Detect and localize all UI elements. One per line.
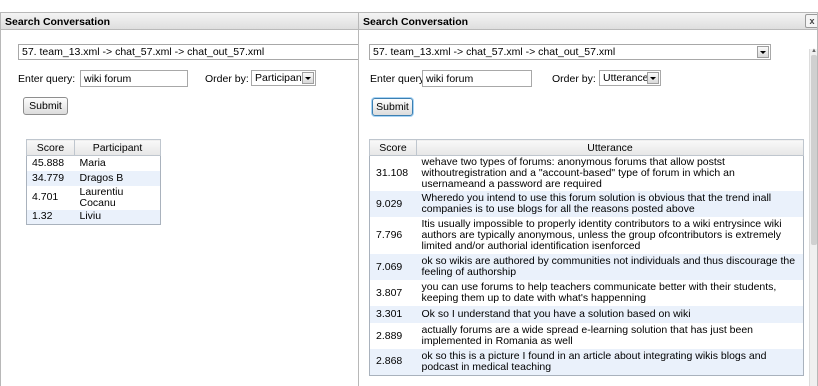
left-submit-button[interactable]: Submit	[23, 97, 68, 115]
table-row[interactable]: 34.779 Dragos B	[26, 170, 161, 186]
table-row[interactable]: 3.301 Ok so I understand that you have a…	[369, 306, 804, 323]
score-cell: 3.807	[369, 280, 417, 306]
right-query-input[interactable]: wiki forum	[422, 70, 532, 87]
utterance-cell: you can use forums to help teachers comm…	[416, 280, 804, 306]
left-window-title: Search Conversation	[1, 13, 370, 30]
score-cell: 4.701	[26, 185, 75, 210]
right-conversation-dropdown-icon[interactable]	[757, 46, 769, 58]
right-window-title-text: Search Conversation	[363, 16, 469, 28]
utterances-table: Score Utterance 31.108 wehave two types …	[369, 139, 804, 376]
left-query-label: Enter query:	[18, 73, 76, 85]
table-row[interactable]: 31.108 wehave two types of forums: anony…	[369, 155, 804, 191]
utterances-table-header: Score Utterance	[369, 139, 804, 156]
table-row[interactable]: 2.868 ok so this is a picture I found in…	[369, 349, 804, 375]
right-search-window: Search Conversation x 57. team_13.xml ->…	[358, 12, 818, 386]
score-cell: 9.029	[369, 191, 417, 217]
score-column-header[interactable]: Score	[26, 139, 75, 156]
utterance-cell: Ok so I understand that you have a solut…	[416, 306, 804, 323]
left-conversation-select-value: 57. team_13.xml -> chat_57.xml -> chat_o…	[22, 46, 265, 58]
left-search-window: Search Conversation 57. team_13.xml -> c…	[0, 12, 371, 386]
participants-table: Score Participant 45.888 Maria 34.779 Dr…	[26, 139, 161, 225]
table-row[interactable]: 9.029 Wheredo you intend to use this for…	[369, 191, 804, 217]
utterance-cell: ok so this is a picture I found in an ar…	[416, 349, 804, 375]
participants-table-header: Score Participant	[26, 139, 161, 156]
score-cell: 7.796	[369, 217, 417, 254]
right-submit-button[interactable]: Submit	[372, 98, 413, 116]
score-cell: 7.069	[369, 254, 417, 280]
score-cell: 1.32	[26, 209, 75, 225]
right-conversation-select-value: 57. team_13.xml -> chat_57.xml -> chat_o…	[373, 46, 616, 58]
participant-cell: Dragos B	[74, 170, 161, 186]
right-query-label: Enter query:	[370, 73, 428, 85]
right-query-value: wiki forum	[426, 73, 474, 85]
table-row[interactable]: 4.701 Laurentiu Cocanu	[26, 185, 161, 210]
scroll-up-arrow-icon[interactable]: ▲	[811, 48, 817, 54]
table-row[interactable]: 45.888 Maria	[26, 155, 161, 171]
participant-cell: Liviu	[74, 209, 161, 225]
score-cell: 34.779	[26, 170, 75, 186]
utterance-cell: Wheredo you intend to use this forum sol…	[416, 191, 804, 217]
left-query-input[interactable]: wiki forum	[80, 70, 188, 87]
right-order-label: Order by:	[552, 73, 596, 85]
left-conversation-select[interactable]: 57. team_13.xml -> chat_57.xml -> chat_o…	[18, 44, 363, 60]
participant-cell: Maria	[74, 155, 161, 171]
left-order-label: Order by:	[205, 73, 249, 85]
right-order-dropdown-icon[interactable]	[647, 72, 659, 84]
utterance-cell: Itis usually impossible to properly iden…	[416, 217, 804, 254]
score-cell: 3.301	[369, 306, 417, 323]
utterance-column-header[interactable]: Utterance	[416, 139, 804, 156]
participant-cell: Laurentiu Cocanu	[74, 185, 161, 210]
table-row[interactable]: 2.889 actually forums are a wide spread …	[369, 323, 804, 349]
right-window-title: Search Conversation x	[359, 13, 817, 30]
utterance-cell: ok so wikis are authored by communities …	[416, 254, 804, 280]
table-row[interactable]: 1.32 Liviu	[26, 209, 161, 225]
utterance-cell: wehave two types of forums: anonymous fo…	[416, 155, 804, 191]
right-conversation-select[interactable]: 57. team_13.xml -> chat_57.xml -> chat_o…	[369, 44, 771, 60]
score-cell: 2.868	[369, 349, 417, 375]
left-order-select[interactable]: Participants	[251, 70, 316, 86]
score-cell: 45.888	[26, 155, 75, 171]
participant-column-header[interactable]: Participant	[74, 139, 161, 156]
score-cell: 31.108	[369, 155, 417, 191]
vertical-scrollbar[interactable]: ▲	[809, 48, 817, 386]
right-order-select[interactable]: Utterances	[599, 70, 661, 86]
left-query-value: wiki forum	[84, 73, 132, 85]
table-row[interactable]: 7.069 ok so wikis are authored by commun…	[369, 254, 804, 280]
utterance-cell: actually forums are a wide spread e-lear…	[416, 323, 804, 349]
left-order-dropdown-icon[interactable]	[302, 72, 314, 84]
score-cell: 2.889	[369, 323, 417, 349]
table-row[interactable]: 3.807 you can use forums to help teacher…	[369, 280, 804, 306]
score-column-header[interactable]: Score	[369, 139, 417, 156]
close-icon[interactable]: x	[805, 14, 817, 28]
scroll-thumb[interactable]	[811, 55, 817, 245]
table-row[interactable]: 7.796 Itis usually impossible to properl…	[369, 217, 804, 254]
